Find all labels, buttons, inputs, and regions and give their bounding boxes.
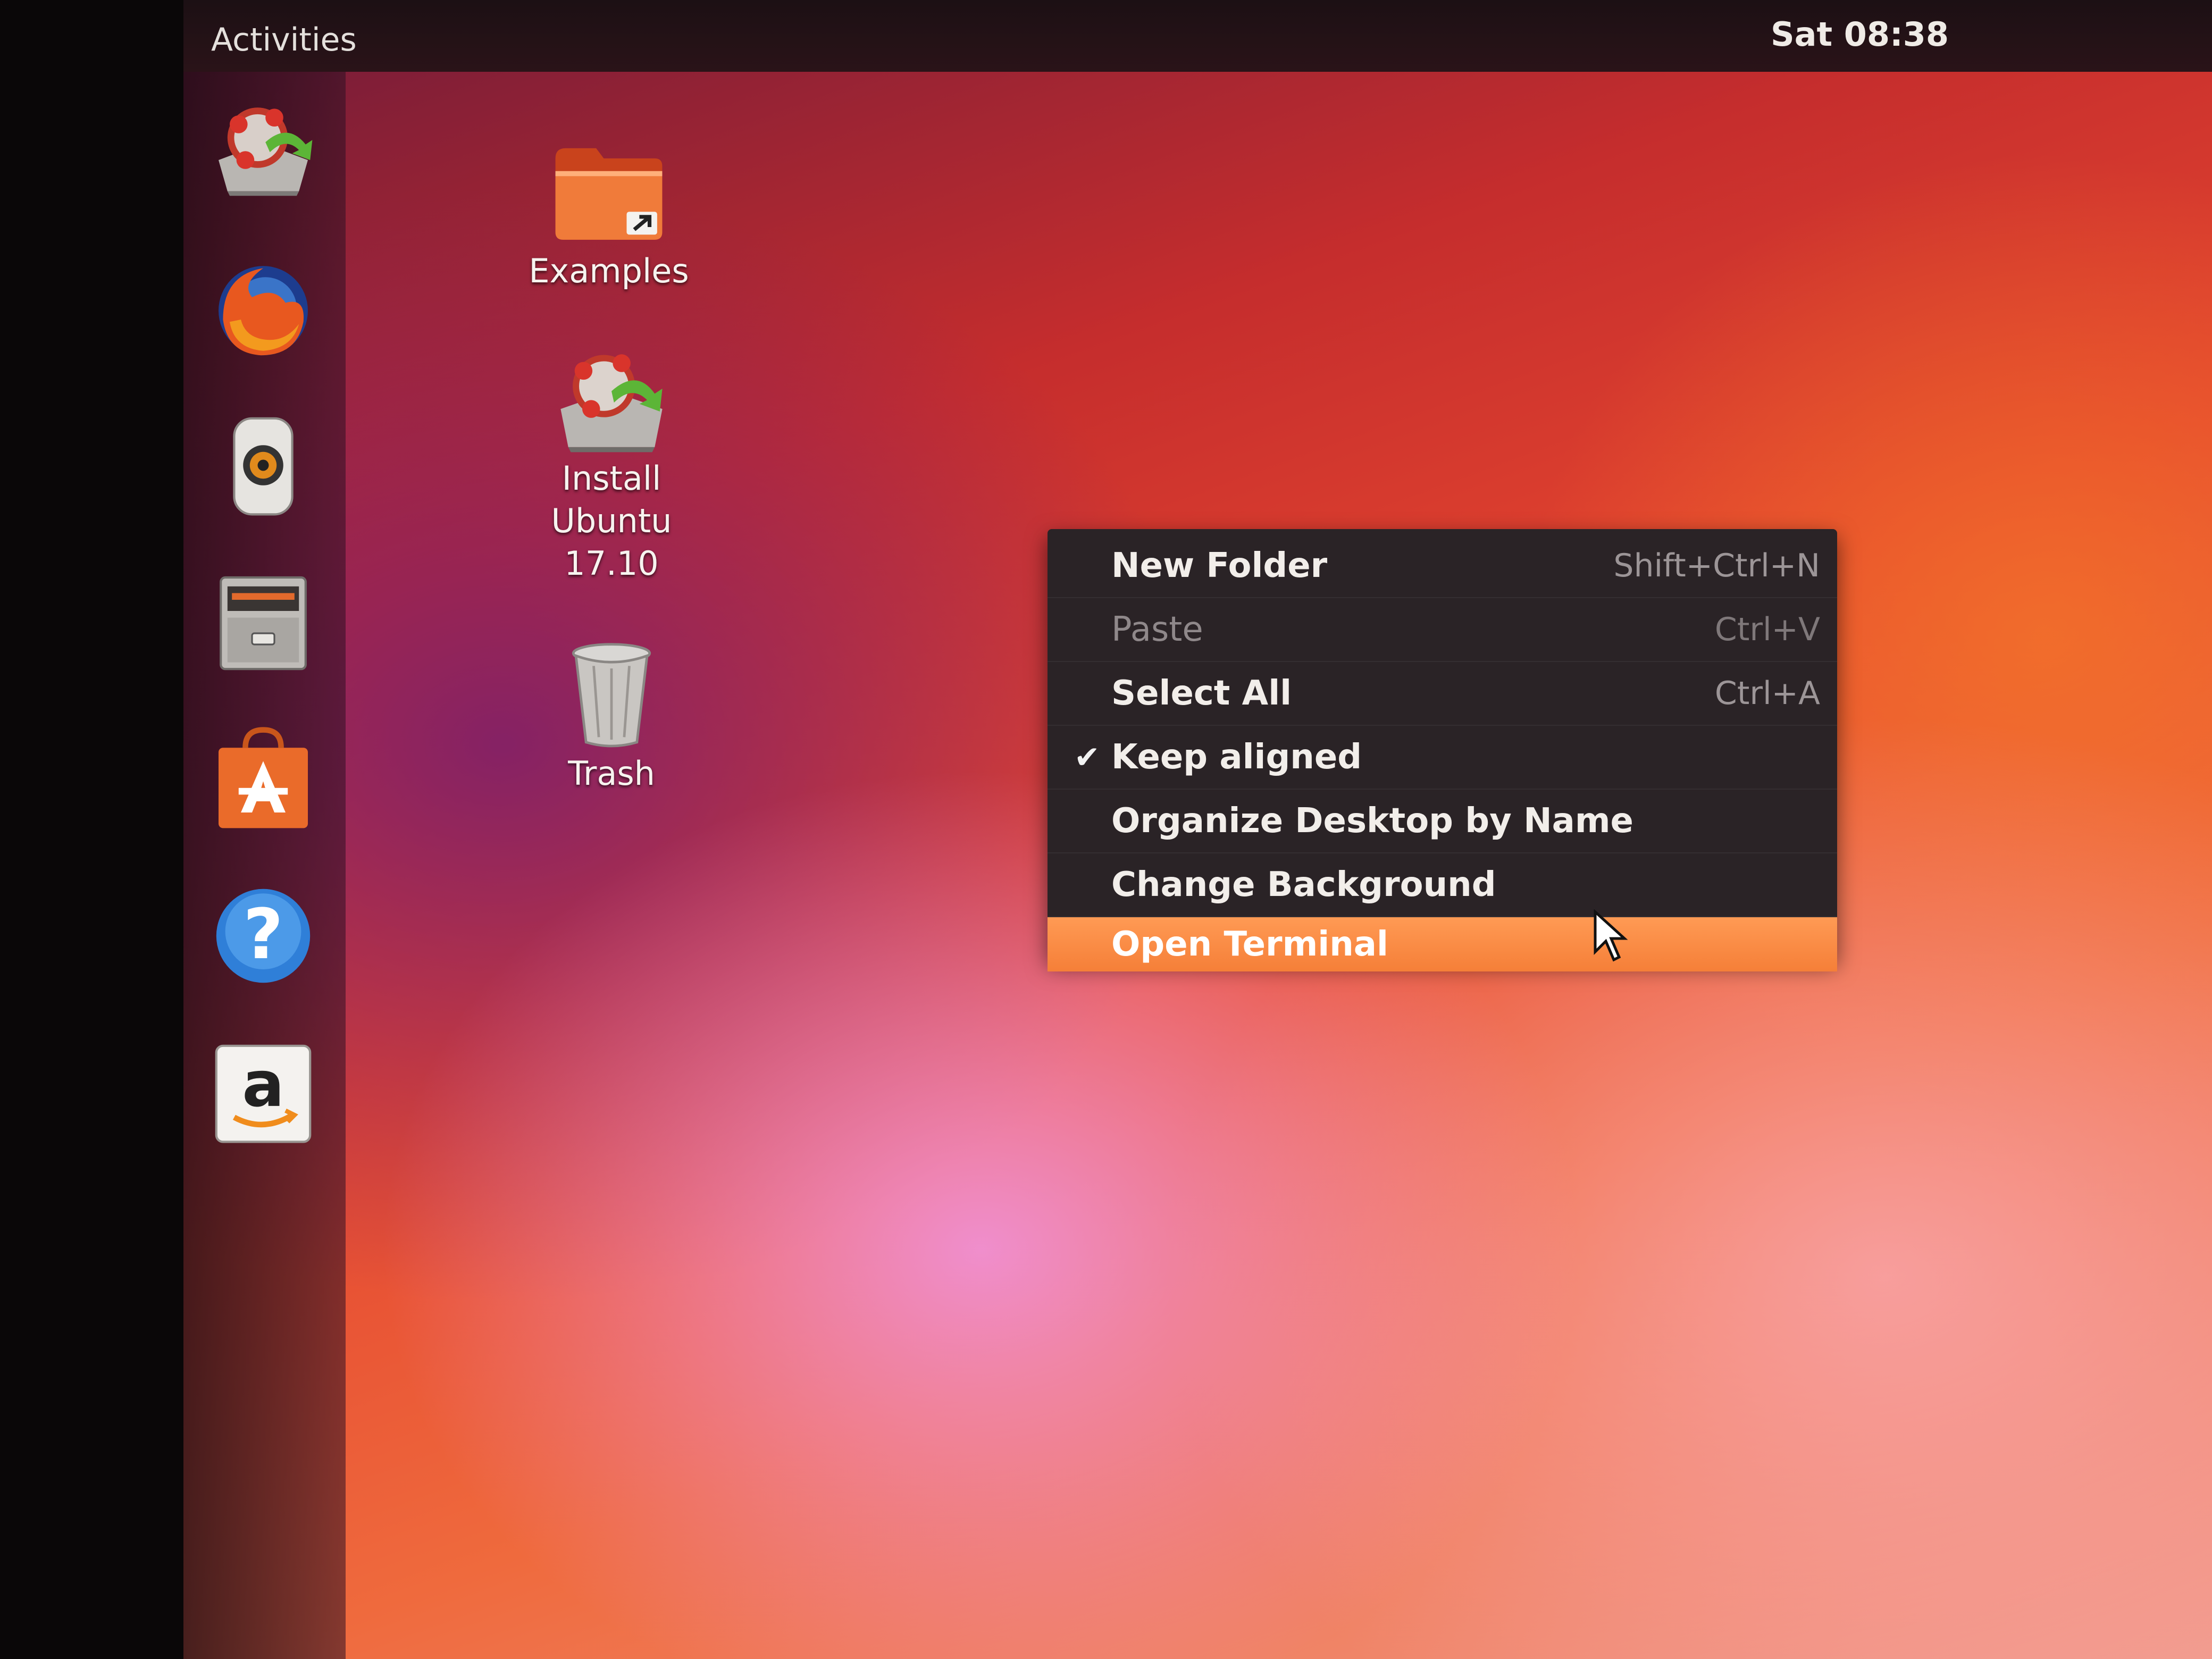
desktop-icon-examples[interactable]: Examples <box>502 133 715 292</box>
menu-item-paste: Paste Ctrl+V <box>1048 598 1837 662</box>
menu-item-label: Select All <box>1111 674 1292 713</box>
menu-item-select-all[interactable]: Select All Ctrl+A <box>1048 662 1837 726</box>
desktop-icon-install-ubuntu[interactable]: Install Ubuntu 17.10 <box>505 340 718 585</box>
dock-item-install-ubuntu[interactable] <box>207 93 319 205</box>
check-icon: ✔ <box>1074 739 1100 775</box>
dock-item-files[interactable] <box>207 566 319 678</box>
menu-item-keep-aligned[interactable]: ✔ Keep aligned <box>1048 726 1837 790</box>
svg-text:?: ? <box>243 894 283 975</box>
menu-item-organize-desktop[interactable]: Organize Desktop by Name <box>1048 790 1837 853</box>
install-ubuntu-icon <box>560 354 663 453</box>
menu-item-label: New Folder <box>1111 546 1328 585</box>
menu-item-shortcut: Shift+Ctrl+N <box>1613 547 1820 584</box>
install-ubuntu-icon <box>219 107 313 196</box>
menu-item-shortcut: Ctrl+A <box>1714 675 1820 712</box>
files-icon <box>220 576 307 671</box>
dock-item-help[interactable]: ? <box>207 880 319 992</box>
menu-item-new-folder[interactable]: New Folder Shift+Ctrl+N <box>1048 534 1837 598</box>
desktop-icon-label: Examples <box>529 252 689 290</box>
amazon-icon: a <box>215 1044 312 1143</box>
dock: ? a <box>183 72 346 1659</box>
desktop-context-menu: New Folder Shift+Ctrl+N Paste Ctrl+V Sel… <box>1048 529 1837 971</box>
dock-item-firefox[interactable] <box>207 253 319 364</box>
software-icon <box>219 727 308 828</box>
desktop-screen[interactable]: Activities Sat 08:38 ? a Examples Instal… <box>183 0 2212 1659</box>
menu-item-label: Change Background <box>1111 865 1496 904</box>
help-icon: ? <box>216 889 311 983</box>
trash-icon <box>572 643 651 748</box>
dock-item-software[interactable] <box>207 723 319 835</box>
desktop-icon-trash[interactable]: Trash <box>505 635 718 795</box>
menu-item-label: Keep aligned <box>1111 738 1362 777</box>
folder-link-icon <box>555 148 663 240</box>
desktop-icon-label: Trash <box>568 754 655 793</box>
top-bar: Activities Sat 08:38 <box>183 0 2212 72</box>
clock[interactable]: Sat 08:38 <box>1771 15 1949 54</box>
firefox-icon <box>219 266 308 356</box>
menu-item-label: Open Terminal <box>1111 925 1388 964</box>
menu-item-change-background[interactable]: Change Background <box>1048 853 1837 917</box>
rhythmbox-icon <box>233 417 294 516</box>
dock-item-amazon[interactable]: a <box>207 1037 319 1149</box>
svg-text:a: a <box>242 1048 284 1121</box>
mouse-pointer-icon <box>1594 909 1628 962</box>
menu-item-shortcut: Ctrl+V <box>1714 611 1820 648</box>
dock-item-rhythmbox[interactable] <box>207 409 319 521</box>
menu-item-open-terminal[interactable]: Open Terminal <box>1048 917 1837 971</box>
menu-item-label: Organize Desktop by Name <box>1111 801 1633 841</box>
activities-button[interactable]: Activities <box>211 21 357 58</box>
menu-item-label: Paste <box>1111 610 1203 649</box>
desktop-icon-label: Install Ubuntu 17.10 <box>551 459 672 583</box>
